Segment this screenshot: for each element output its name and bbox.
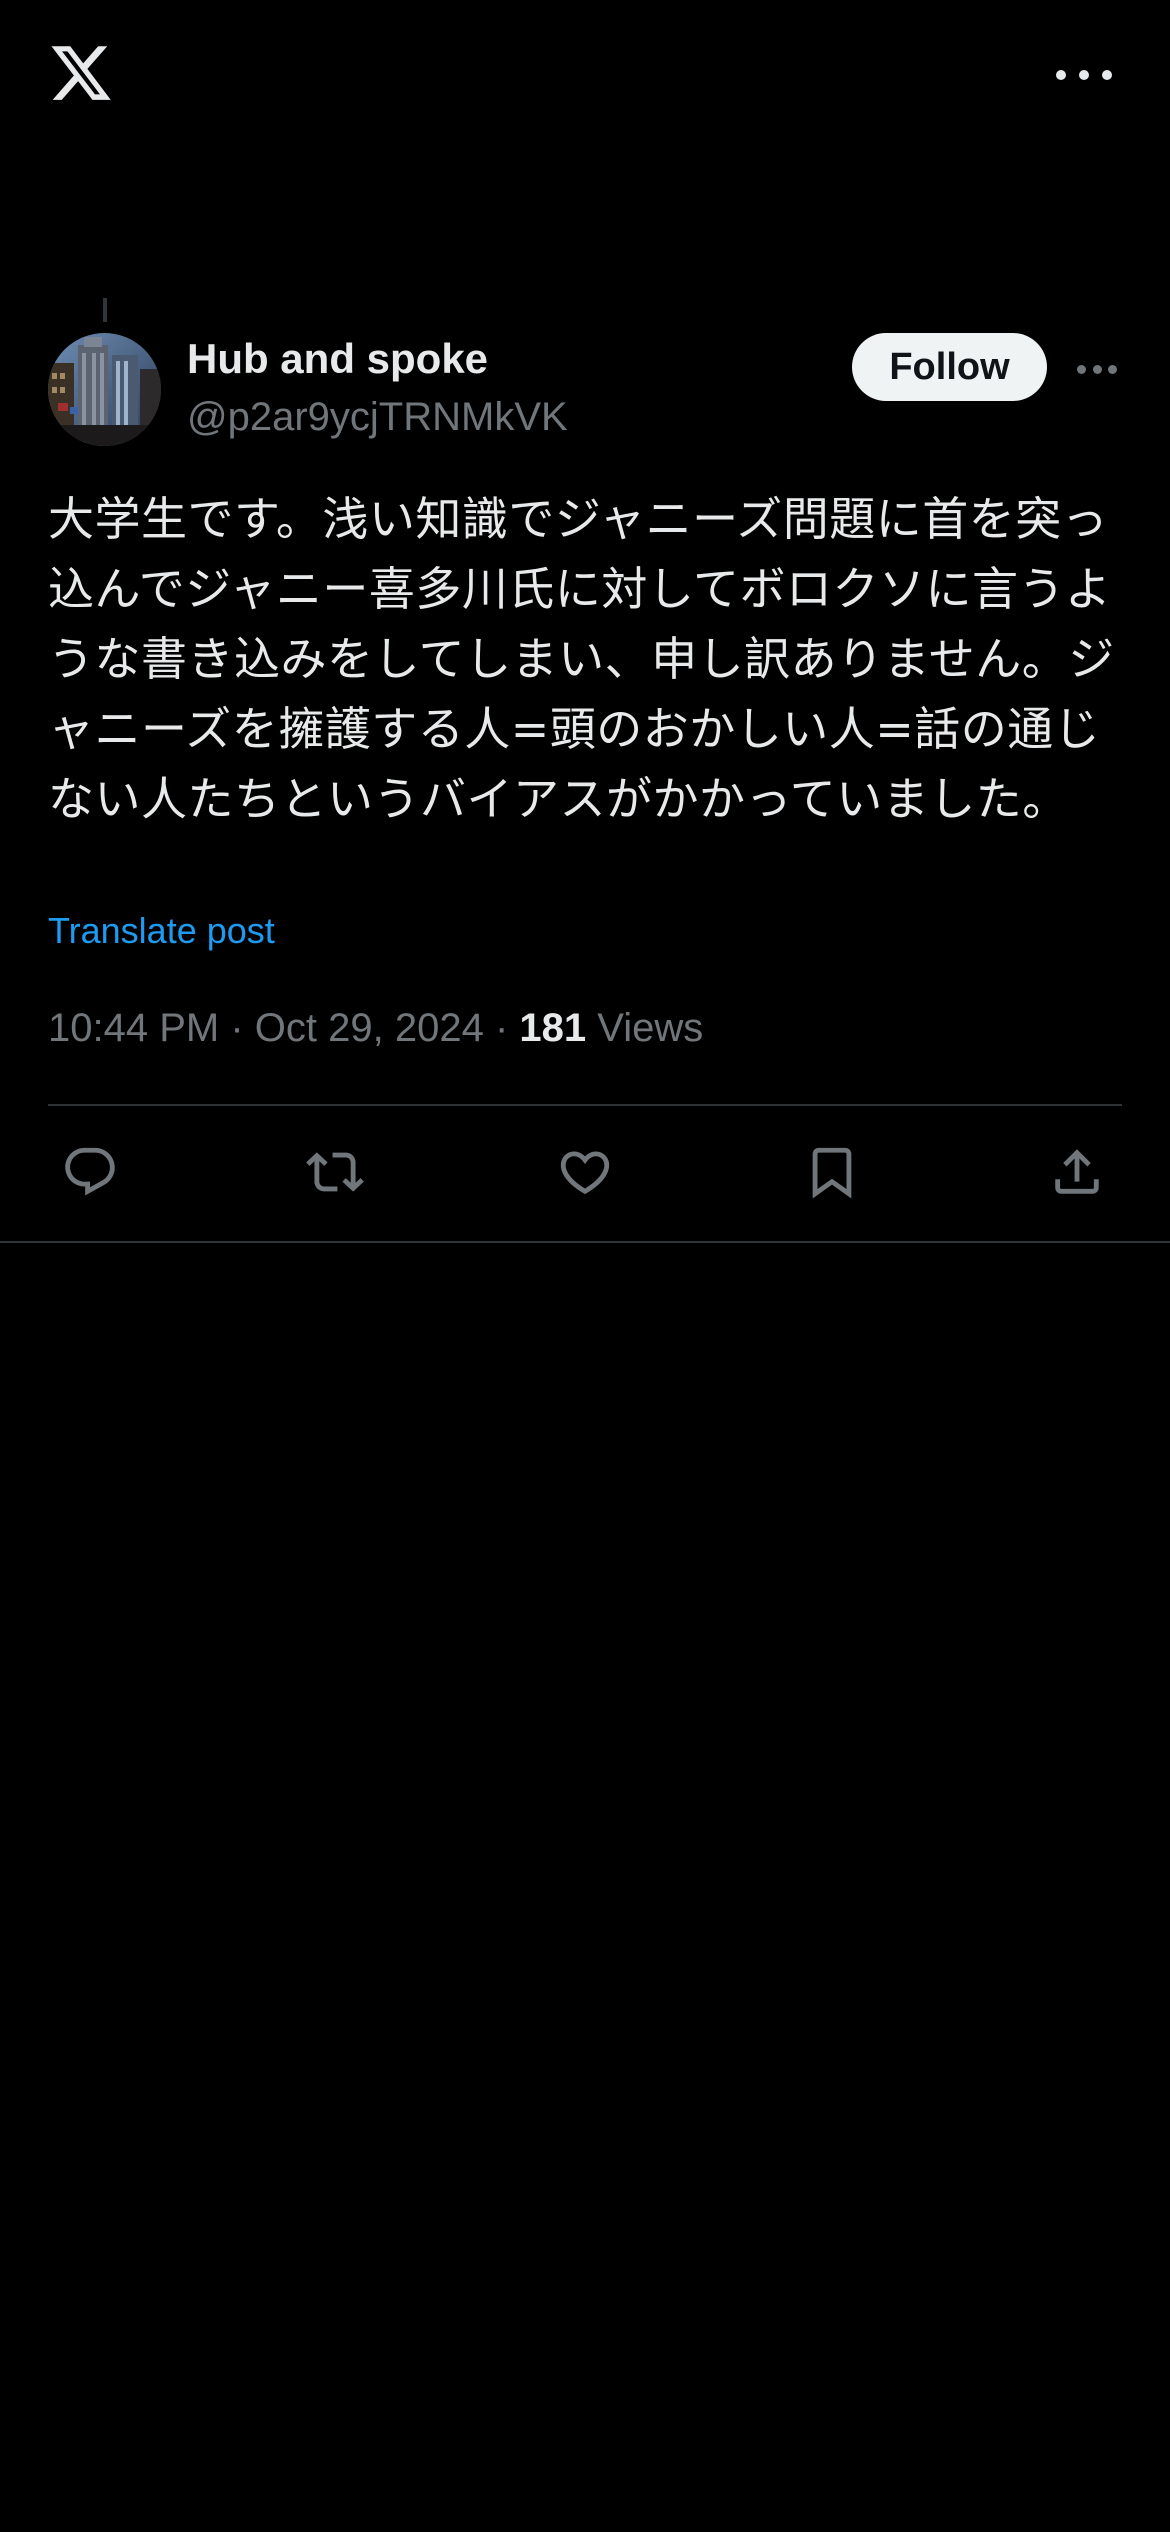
share-button[interactable] bbox=[1045, 1140, 1109, 1204]
post-text: 大学生です。浅い知識でジャニーズ問題に首を突っ込んでジャニー喜多川氏に対してボロ… bbox=[48, 492, 1115, 826]
share-icon bbox=[1055, 1149, 1099, 1194]
like-button[interactable] bbox=[553, 1140, 617, 1204]
action-bar bbox=[0, 1140, 1170, 1208]
author-handle[interactable]: @p2ar9ycjTRNMkVK bbox=[187, 392, 568, 442]
bookmark-icon bbox=[812, 1147, 852, 1199]
dot bbox=[1092, 364, 1102, 374]
post-date[interactable]: Oct 29, 2024 bbox=[255, 1006, 484, 1050]
top-bar bbox=[0, 0, 1170, 150]
meta-separator: · bbox=[230, 1006, 244, 1050]
more-options-icon[interactable] bbox=[1056, 60, 1112, 90]
post-meta: 10:44 PM · Oct 29, 2024 · 181 Views bbox=[48, 1000, 703, 1056]
bookmark-button[interactable] bbox=[800, 1140, 864, 1204]
avatar[interactable] bbox=[48, 333, 161, 446]
author-display-name[interactable]: Hub and spoke bbox=[187, 333, 488, 385]
dot bbox=[1108, 364, 1117, 374]
meta-separator: · bbox=[494, 1006, 509, 1050]
thread-connector-line bbox=[103, 298, 107, 322]
x-logo-icon[interactable] bbox=[48, 40, 114, 106]
translate-post-link[interactable]: Translate post bbox=[48, 906, 275, 956]
dot bbox=[1077, 364, 1086, 374]
post-more-options-icon[interactable] bbox=[1077, 364, 1117, 374]
post-time[interactable]: 10:44 PM bbox=[48, 1006, 219, 1050]
divider bbox=[0, 1241, 1170, 1243]
views-label: Views bbox=[597, 1006, 704, 1050]
views-count: 181 bbox=[519, 1006, 587, 1050]
repost-icon bbox=[306, 1152, 364, 1192]
reply-icon bbox=[65, 1147, 115, 1196]
heart-icon bbox=[560, 1151, 610, 1195]
repost-button[interactable] bbox=[303, 1140, 367, 1204]
dot bbox=[1079, 70, 1089, 80]
dot bbox=[1102, 70, 1112, 80]
follow-button[interactable]: Follow bbox=[852, 333, 1047, 401]
dot bbox=[1056, 70, 1066, 80]
reply-button[interactable] bbox=[58, 1140, 122, 1204]
divider bbox=[48, 1104, 1122, 1106]
